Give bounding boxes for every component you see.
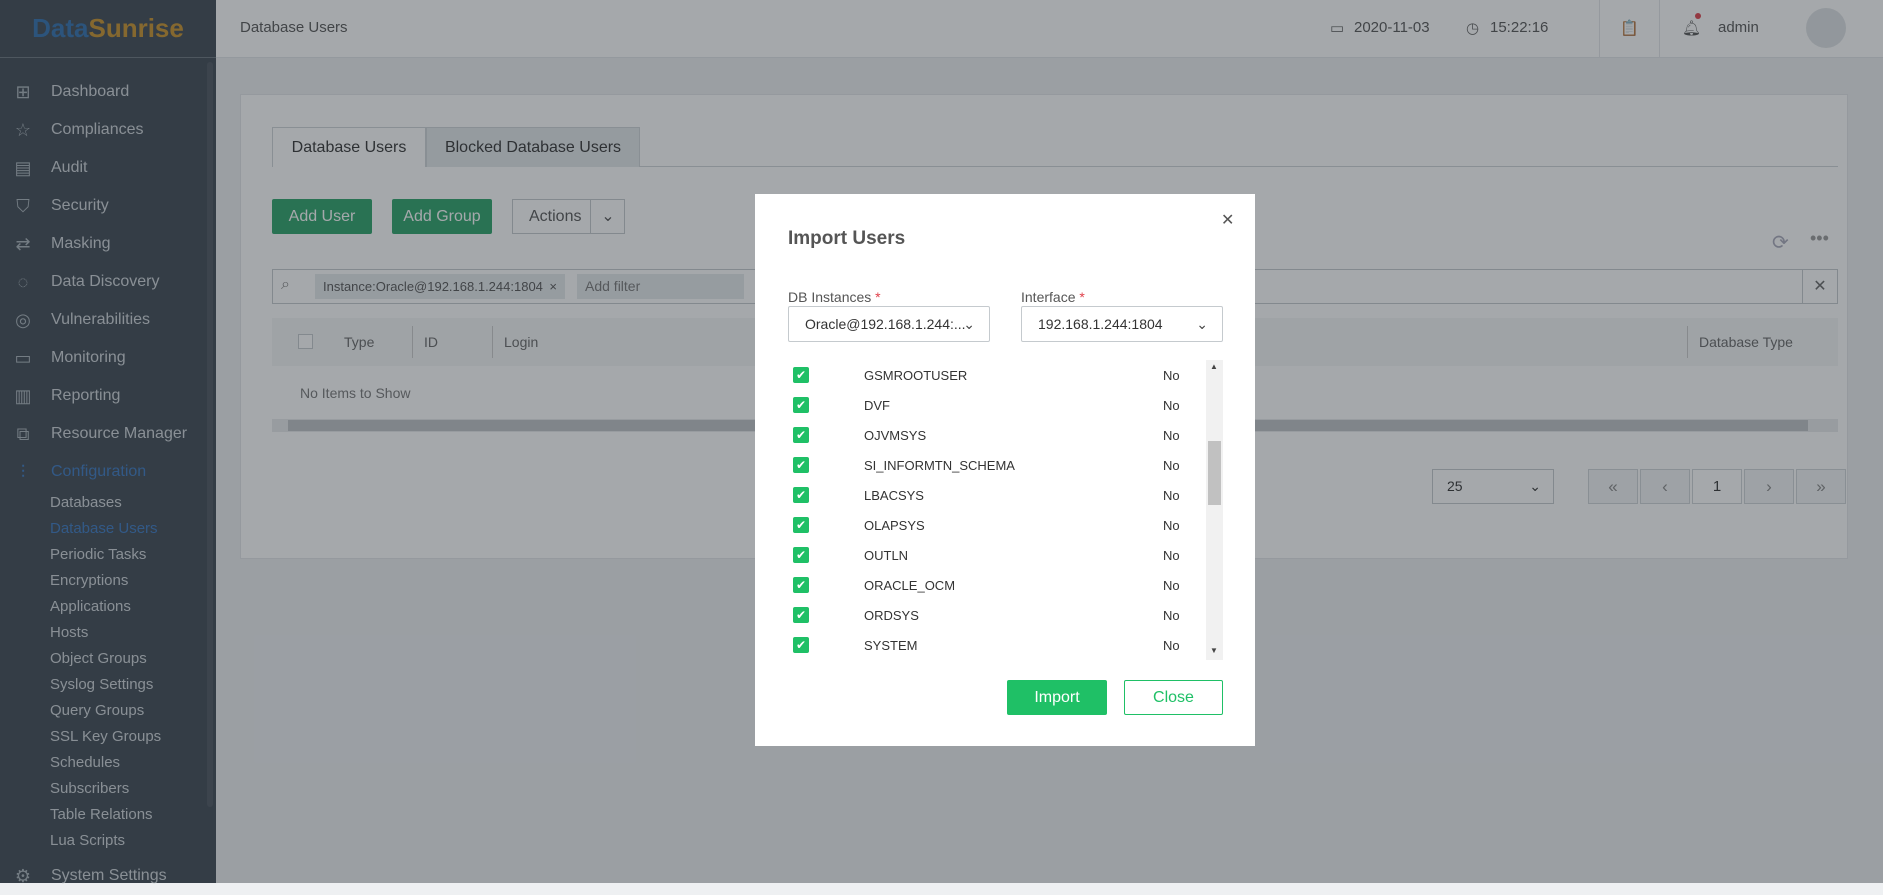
user-checkbox[interactable]: ✔ bbox=[793, 517, 809, 533]
close-icon[interactable]: ✕ bbox=[1221, 210, 1234, 230]
import-button[interactable]: Import bbox=[1007, 680, 1107, 715]
user-checkbox[interactable]: ✔ bbox=[793, 547, 809, 563]
user-checkbox[interactable]: ✔ bbox=[793, 397, 809, 413]
list-scrollbar[interactable]: ▲ ▼ bbox=[1206, 360, 1223, 660]
chevron-down-icon: ⌄ bbox=[1196, 316, 1208, 332]
user-row: ✔ ORDSYS No bbox=[785, 600, 1185, 630]
user-row: ✔ LBACSYS No bbox=[785, 480, 1185, 510]
user-row: ✔ OUTLN No bbox=[785, 540, 1185, 570]
scrollbar-thumb[interactable] bbox=[1208, 441, 1221, 505]
user-row: ✔ SI_INFORMTN_SCHEMA No bbox=[785, 450, 1185, 480]
user-checkbox[interactable]: ✔ bbox=[793, 637, 809, 653]
scroll-up-icon[interactable]: ▲ bbox=[1210, 362, 1218, 371]
user-checkbox[interactable]: ✔ bbox=[793, 607, 809, 623]
db-instances-select[interactable]: Oracle@192.168.1.244:... ⌄ bbox=[788, 306, 990, 342]
chevron-down-icon: ⌄ bbox=[963, 316, 975, 332]
user-list: ✔ GSMROOTUSER No ✔ DVF No ✔ OJVMSYS No ✔ SI_INFORM… bbox=[755, 360, 1255, 660]
modal-title: Import Users bbox=[788, 228, 906, 249]
interface-label: Interface * bbox=[1021, 289, 1085, 305]
interface-select[interactable]: 192.168.1.244:1804 ⌄ bbox=[1021, 306, 1223, 342]
import-users-modal: ✕ Import Users DB Instances * Interface … bbox=[755, 194, 1255, 746]
db-instances-label: DB Instances * bbox=[788, 289, 881, 305]
user-row: ✔ GSMROOTUSER No bbox=[785, 360, 1185, 390]
user-checkbox[interactable]: ✔ bbox=[793, 577, 809, 593]
user-checkbox[interactable]: ✔ bbox=[793, 367, 809, 383]
user-checkbox[interactable]: ✔ bbox=[793, 427, 809, 443]
user-checkbox[interactable]: ✔ bbox=[793, 457, 809, 473]
user-checkbox[interactable]: ✔ bbox=[793, 487, 809, 503]
close-button[interactable]: Close bbox=[1124, 680, 1223, 715]
scroll-down-icon[interactable]: ▼ bbox=[1210, 646, 1218, 655]
user-row: ✔ DVF No bbox=[785, 390, 1185, 420]
user-row: ✔ ORACLE_OCM No bbox=[785, 570, 1185, 600]
user-row: ✔ OLAPSYS No bbox=[785, 510, 1185, 540]
user-row: ✔ OJVMSYS No bbox=[785, 420, 1185, 450]
user-row: ✔ SYSTEM No bbox=[785, 630, 1185, 660]
